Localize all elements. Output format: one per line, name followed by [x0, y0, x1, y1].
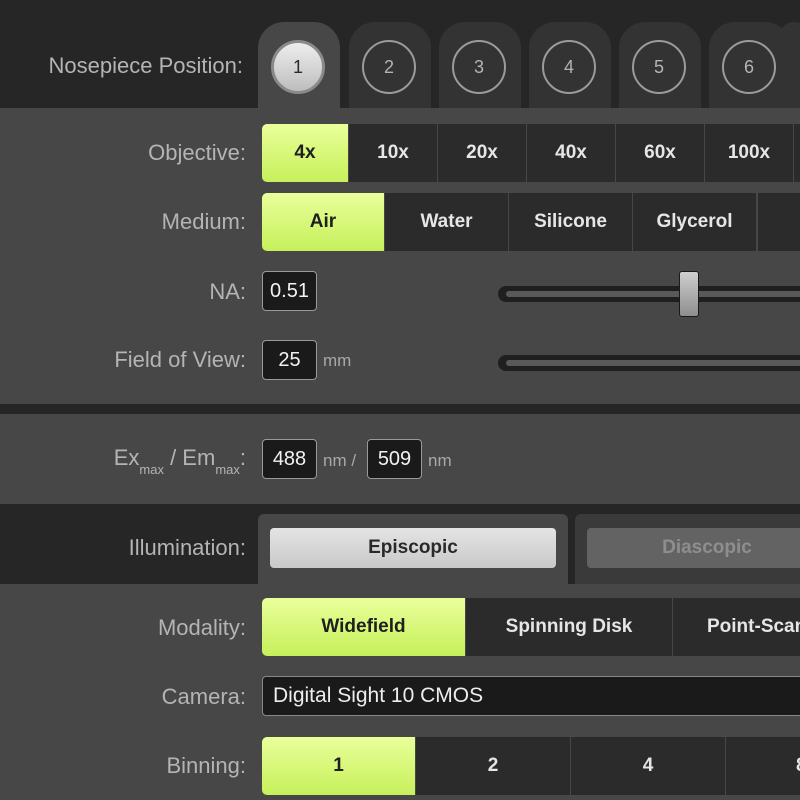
binning-4-button[interactable]: 4: [571, 737, 726, 795]
modality-widefield-button[interactable]: Widefield: [262, 598, 466, 656]
nosepiece-position-2-circle: 2: [362, 40, 416, 94]
camera-dropdown[interactable]: Digital Sight 10 CMOS: [262, 676, 800, 716]
objective-overflow-button[interactable]: [794, 124, 800, 182]
nosepiece-position-2[interactable]: 2: [349, 22, 431, 112]
em-max-input[interactable]: 509: [367, 439, 422, 479]
nosepiece-position-5-circle: 5: [632, 40, 686, 94]
objective-4x-button[interactable]: 4x: [262, 124, 349, 182]
nosepiece-position-4[interactable]: 4: [529, 22, 611, 112]
binning-selector: 1 2 4 8: [262, 737, 800, 795]
em-subscript: max: [215, 462, 240, 477]
nosepiece-position-4-circle: 4: [542, 40, 596, 94]
na-input[interactable]: 0.51: [262, 271, 317, 311]
fov-input[interactable]: 25: [262, 340, 317, 380]
medium-selector: Air Water Silicone Glycerol: [262, 193, 757, 251]
nosepiece-position-1-circle: 1: [271, 40, 325, 94]
medium-overflow-button[interactable]: [758, 193, 800, 251]
nosepiece-position-6-circle: 6: [722, 40, 776, 94]
ex-subscript: max: [139, 462, 164, 477]
objective-10x-button[interactable]: 10x: [349, 124, 438, 182]
medium-label: Medium:: [161, 209, 246, 234]
diascopic-button[interactable]: Diascopic: [587, 528, 800, 568]
medium-water-button[interactable]: Water: [385, 193, 509, 251]
nosepiece-position-3[interactable]: 3: [439, 22, 521, 112]
ex-em-colon: :: [239, 445, 246, 470]
nosepiece-position-1[interactable]: 1: [258, 22, 340, 112]
episcopic-button[interactable]: Episcopic: [270, 528, 556, 568]
nosepiece-position-more[interactable]: [779, 22, 800, 112]
modality-selector: Widefield Spinning Disk Point-Scan: [262, 598, 800, 656]
objective-60x-button[interactable]: 60x: [616, 124, 705, 182]
ex-em-label: Exmax / Emmax:: [114, 445, 246, 477]
objective-40x-button[interactable]: 40x: [527, 124, 616, 182]
em-label: / Em: [170, 445, 216, 470]
illumination-tab-diascopic[interactable]: Diascopic: [575, 514, 800, 590]
nosepiece-label: Nosepiece Position:: [48, 53, 243, 78]
objective-label: Objective:: [148, 140, 246, 165]
binning-2-button[interactable]: 2: [416, 737, 571, 795]
medium-air-button[interactable]: Air: [262, 193, 385, 251]
na-slider-track[interactable]: [498, 286, 800, 302]
illumination-tab-episcopic[interactable]: Episcopic: [258, 514, 568, 590]
objective-100x-button[interactable]: 100x: [705, 124, 794, 182]
modality-label: Modality:: [157, 615, 246, 640]
na-slider-thumb[interactable]: [679, 271, 699, 317]
em-unit: nm: [428, 451, 452, 470]
binning-label: Binning:: [166, 753, 246, 778]
ex-max-input[interactable]: 488: [262, 439, 317, 479]
modality-point-scan-button[interactable]: Point-Scan: [673, 598, 800, 656]
objective-20x-button[interactable]: 20x: [438, 124, 527, 182]
nosepiece-position-5[interactable]: 5: [619, 22, 701, 112]
nosepiece-position-3-circle: 3: [452, 40, 506, 94]
nosepiece-bar: Nosepiece Position: 1 2 3 4 5 6: [0, 0, 800, 112]
fov-slider-track[interactable]: [498, 355, 800, 371]
ex-label: Ex: [113, 445, 140, 470]
modality-spinning-disk-button[interactable]: Spinning Disk: [466, 598, 673, 656]
binning-8-button[interactable]: 8: [726, 737, 800, 795]
ex-unit: nm /: [323, 451, 357, 470]
fov-label: Field of View:: [114, 347, 246, 372]
na-label: NA:: [209, 279, 246, 304]
fov-unit: mm: [323, 351, 352, 370]
camera-label: Camera:: [161, 684, 246, 709]
medium-silicone-button[interactable]: Silicone: [509, 193, 633, 251]
illumination-label: Illumination:: [128, 535, 246, 560]
section-divider: [0, 404, 800, 414]
medium-glycerol-button[interactable]: Glycerol: [633, 193, 757, 251]
objective-selector: 4x 10x 20x 40x 60x 100x: [262, 124, 794, 182]
binning-1-button[interactable]: 1: [262, 737, 416, 795]
